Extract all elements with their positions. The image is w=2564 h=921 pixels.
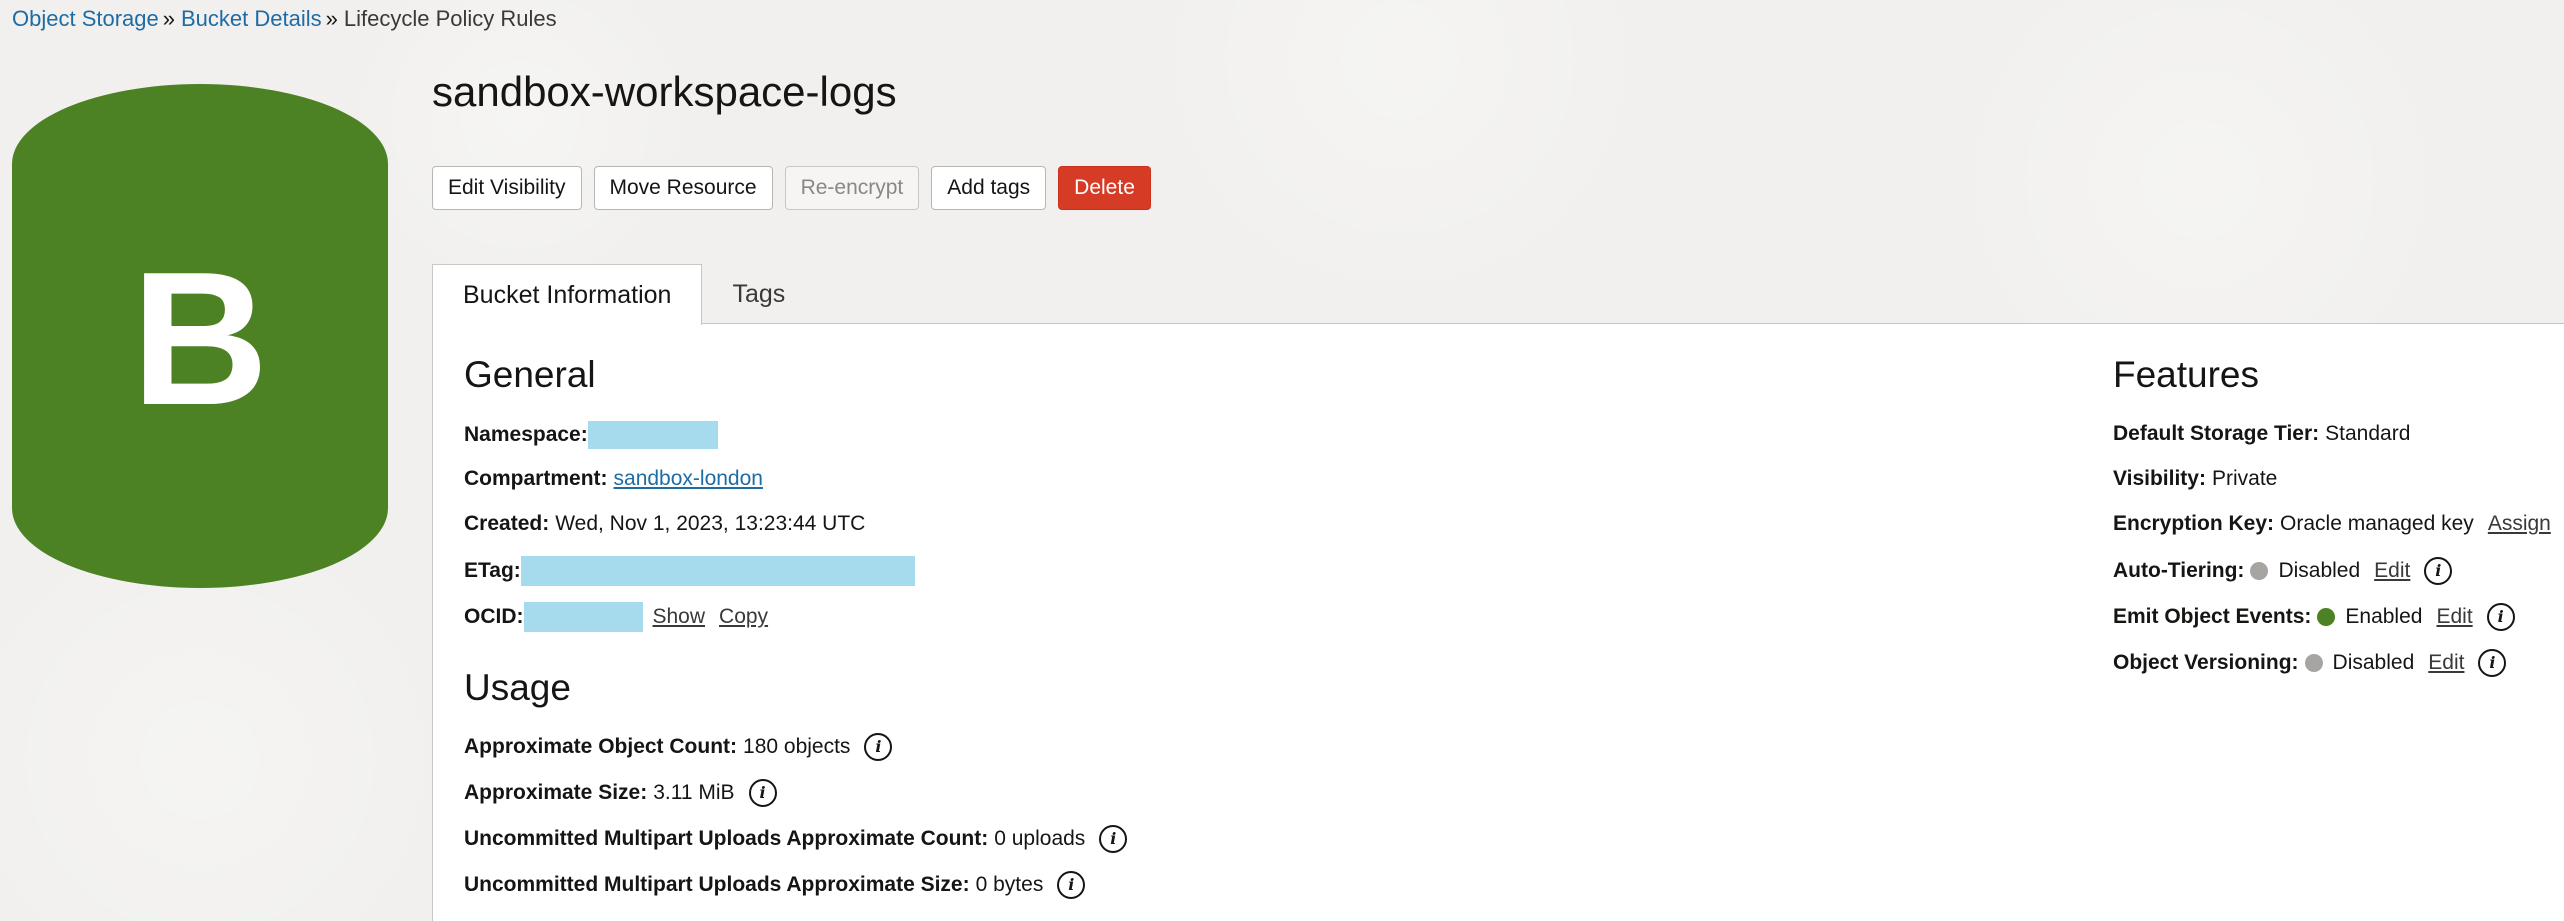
disabled-status-dot-icon [2250, 562, 2269, 580]
visibility-label: Visibility: [2113, 467, 2206, 490]
multipart-count-row: Uncommitted Multipart Uploads Approximat… [464, 825, 1128, 853]
breadcrumb-current: Lifecycle Policy Rules [343, 6, 557, 31]
tab-bar: Bucket Information Tags [432, 264, 815, 325]
delete-button[interactable]: Delete [1058, 166, 1151, 210]
page-title: sandbox-workspace-logs [432, 68, 897, 115]
etag-row: ETag: [464, 556, 915, 586]
encryption-key-label: Encryption Key: [2113, 512, 2275, 535]
namespace-label: Namespace: [464, 423, 588, 446]
info-icon[interactable]: i [2486, 603, 2515, 631]
action-toolbar: Edit Visibility Move Resource Re-encrypt… [432, 166, 1151, 210]
bucket-badge-icon: B [12, 84, 388, 588]
compartment-link[interactable]: sandbox-london [614, 466, 763, 492]
object-count-label: Approximate Object Count: [464, 735, 738, 758]
usage-heading: Usage [464, 667, 571, 708]
encryption-key-value: Oracle managed key [2280, 512, 2474, 535]
breadcrumb-separator: » [162, 6, 175, 31]
general-heading: General [464, 354, 596, 395]
versioning-row: Object Versioning: Disabled Edit i [2113, 649, 2507, 677]
info-icon[interactable]: i [2478, 649, 2507, 677]
badge-letter: B [131, 233, 269, 445]
ocid-redacted-value [523, 602, 643, 632]
auto-tiering-row: Auto-Tiering: Disabled Edit i [2113, 557, 2453, 585]
info-icon[interactable]: i [2424, 557, 2453, 585]
breadcrumb-bucket-details[interactable]: Bucket Details [181, 6, 322, 31]
breadcrumb-separator: » [325, 6, 338, 31]
multipart-count-label: Uncommitted Multipart Uploads Approximat… [464, 827, 989, 850]
features-heading: Features [2113, 354, 2260, 395]
ocid-label: OCID: [464, 605, 524, 628]
object-count-row: Approximate Object Count: 180 objects i [464, 733, 893, 761]
etag-label: ETag: [464, 559, 521, 582]
move-resource-button[interactable]: Move Resource [593, 166, 773, 210]
ocid-show-link[interactable]: Show [653, 604, 706, 630]
bucket-information-panel: General Namespace: Compartment: sandbox-… [432, 323, 2564, 921]
multipart-size-label: Uncommitted Multipart Uploads Approximat… [464, 873, 970, 896]
breadcrumb-object-storage[interactable]: Object Storage [12, 6, 159, 31]
compartment-row: Compartment: sandbox-london [464, 466, 763, 492]
etag-redacted-value [520, 556, 915, 586]
created-row: Created: Wed, Nov 1, 2023, 13:23:44 UTC [464, 511, 865, 537]
disabled-status-dot-icon [2304, 654, 2323, 672]
multipart-size-value: 0 bytes [975, 873, 1044, 896]
emit-events-value: Enabled [2345, 605, 2423, 628]
ocid-copy-link[interactable]: Copy [719, 604, 768, 630]
tab-tags[interactable]: Tags [702, 264, 815, 324]
ocid-row: OCID: Show Copy [464, 602, 768, 632]
storage-tier-label: Default Storage Tier: [2113, 422, 2320, 445]
storage-tier-row: Default Storage Tier: Standard [2113, 421, 2410, 447]
enabled-status-dot-icon [2317, 608, 2336, 626]
visibility-value: Private [2211, 467, 2278, 490]
namespace-redacted-value [587, 421, 718, 449]
encryption-key-row: Encryption Key: Oracle managed key Assig… [2113, 511, 2551, 537]
add-tags-button[interactable]: Add tags [931, 166, 1047, 210]
created-label: Created: [464, 512, 550, 535]
re-encrypt-button[interactable]: Re-encrypt [784, 166, 920, 210]
versioning-label: Object Versioning: [2113, 651, 2299, 674]
auto-tiering-label: Auto-Tiering: [2113, 559, 2245, 582]
created-value: Wed, Nov 1, 2023, 13:23:44 UTC [555, 512, 866, 535]
info-icon[interactable]: i [1057, 871, 1086, 899]
storage-tier-value: Standard [2325, 422, 2411, 445]
auto-tiering-value: Disabled [2278, 559, 2361, 582]
size-value: 3.11 MiB [653, 781, 735, 804]
breadcrumb: Object Storage» Bucket Details» Lifecycle … [12, 6, 557, 32]
versioning-value: Disabled [2332, 651, 2415, 674]
emit-events-label: Emit Object Events: [2113, 605, 2312, 628]
emit-events-edit-link[interactable]: Edit [2436, 604, 2472, 630]
emit-events-row: Emit Object Events: Enabled Edit i [2113, 603, 2515, 631]
info-icon[interactable]: i [748, 779, 777, 807]
info-icon[interactable]: i [1099, 825, 1128, 853]
multipart-size-row: Uncommitted Multipart Uploads Approximat… [464, 871, 1086, 899]
edit-visibility-button[interactable]: Edit Visibility [432, 166, 582, 210]
object-count-value: 180 objects [743, 735, 851, 758]
size-row: Approximate Size: 3.11 MiB i [464, 779, 777, 807]
multipart-count-value: 0 uploads [994, 827, 1086, 850]
versioning-edit-link[interactable]: Edit [2428, 650, 2464, 676]
info-icon[interactable]: i [864, 733, 893, 761]
namespace-row: Namespace: [464, 421, 718, 449]
encryption-assign-link[interactable]: Assign [2488, 511, 2551, 537]
size-label: Approximate Size: [464, 781, 648, 804]
compartment-label: Compartment: [464, 467, 608, 490]
visibility-row: Visibility: Private [2113, 466, 2277, 492]
tab-bucket-information[interactable]: Bucket Information [432, 264, 703, 325]
auto-tiering-edit-link[interactable]: Edit [2374, 558, 2410, 584]
